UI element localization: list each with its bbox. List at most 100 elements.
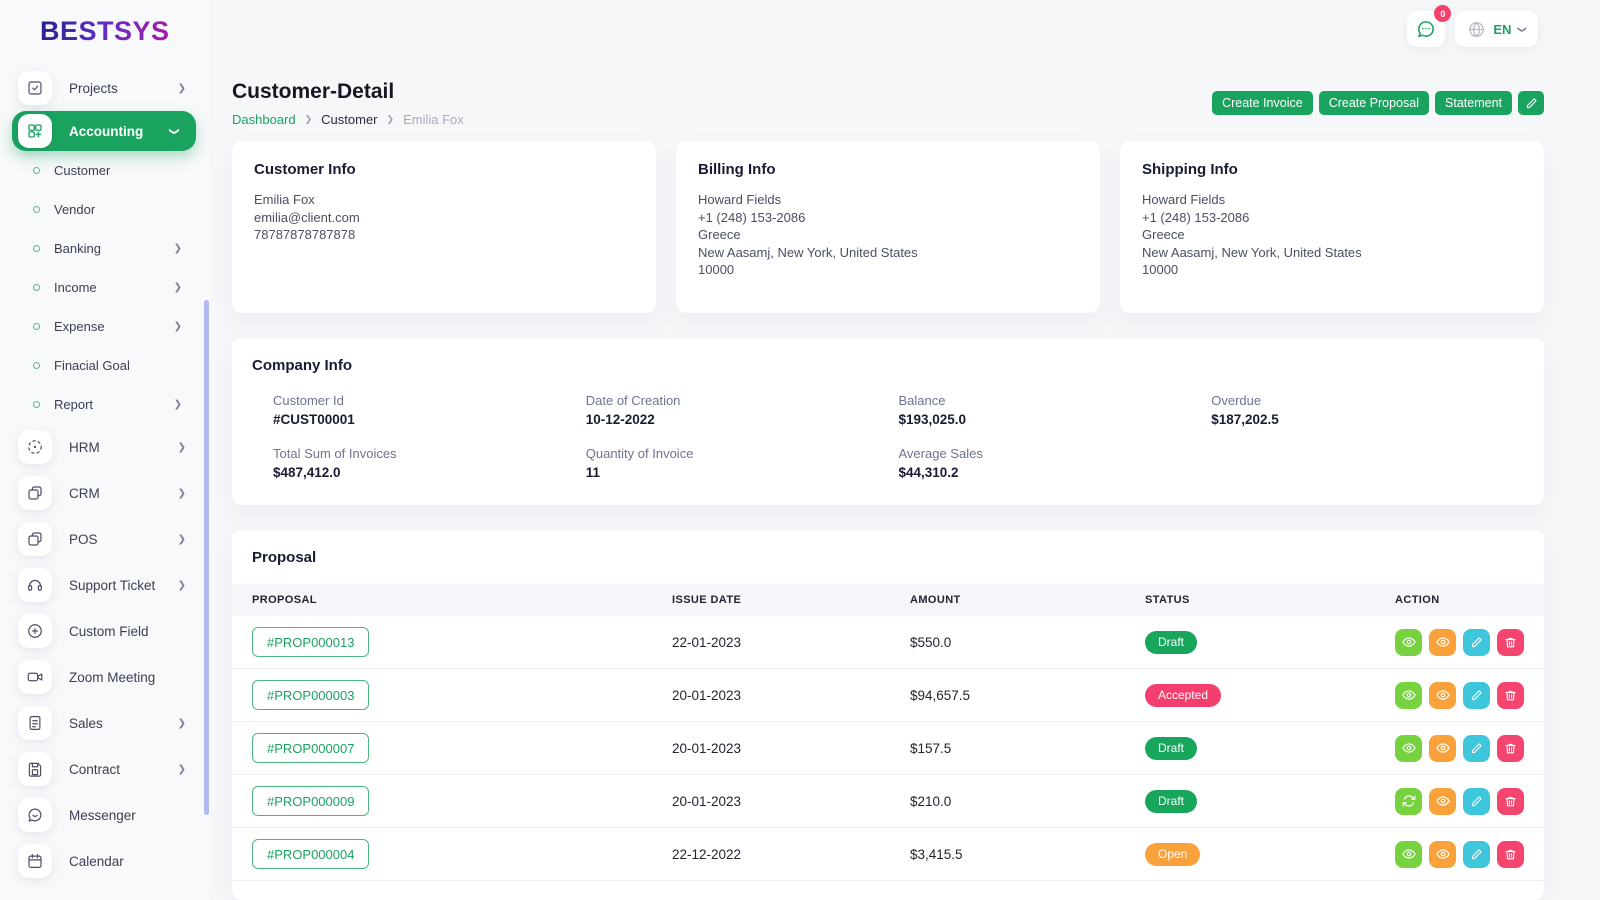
sidebar-subitem-finacial-goal[interactable]: Finacial Goal [0, 346, 210, 385]
sidebar-item-calendar[interactable]: Calendar [0, 838, 210, 884]
chevron-right-icon: ❯ [174, 321, 182, 332]
delete-button[interactable] [1497, 629, 1524, 656]
proposal-link[interactable]: #PROP000003 [252, 680, 369, 710]
billing-name: Howard Fields [698, 191, 1078, 209]
sidebar-subitem-vendor[interactable]: Vendor [0, 190, 210, 229]
sidebar-subitem-banking[interactable]: Banking ❯ [0, 229, 210, 268]
view-icon [1402, 688, 1416, 702]
sidebar-item-messenger[interactable]: Messenger [0, 792, 210, 838]
overlap-squares-icon [18, 522, 52, 556]
edit-icon [1470, 795, 1483, 808]
bullet-icon [33, 284, 40, 291]
amount-cell: $550.0 [910, 635, 1145, 650]
proposal-link[interactable]: #PROP000009 [252, 786, 369, 816]
preview-button[interactable] [1429, 735, 1456, 762]
convert-icon [1402, 794, 1416, 808]
sidebar-item-label: Support Ticket [69, 578, 155, 593]
delete-button[interactable] [1497, 682, 1524, 709]
edit-button[interactable] [1463, 788, 1490, 815]
sidebar-item-contract[interactable]: Contract ❯ [0, 746, 210, 792]
video-camera-icon [18, 660, 52, 694]
edit-icon [1525, 97, 1538, 110]
sidebar: BESTSYS Projects ❯ Accounting ❯ Customer… [0, 0, 210, 900]
company-field: Overdue $187,202.5 [1211, 393, 1524, 427]
bullet-icon [33, 206, 40, 213]
chevron-down-icon: ❯ [168, 127, 179, 135]
view-button[interactable] [1395, 735, 1422, 762]
card-title: Company Info [252, 357, 1524, 374]
widgets-icon [18, 114, 52, 148]
column-header: PROPOSAL [252, 594, 672, 606]
preview-icon [1436, 741, 1450, 755]
preview-icon [1436, 635, 1450, 649]
delete-button[interactable] [1497, 735, 1524, 762]
convert-button[interactable] [1395, 788, 1422, 815]
sidebar-item-crm[interactable]: CRM ❯ [0, 470, 210, 516]
sidebar-subitem-expense[interactable]: Expense ❯ [0, 307, 210, 346]
sidebar-item-hrm[interactable]: HRM ❯ [0, 424, 210, 470]
view-button[interactable] [1395, 629, 1422, 656]
amount-cell: $210.0 [910, 794, 1145, 809]
delete-button[interactable] [1497, 788, 1524, 815]
statement-button[interactable]: Statement [1435, 91, 1512, 115]
language-label: EN [1493, 22, 1511, 37]
edit-button[interactable] [1463, 841, 1490, 868]
edit-icon [1470, 848, 1483, 861]
topbar: 0 EN ❯ [1407, 11, 1538, 47]
delete-button[interactable] [1497, 841, 1524, 868]
sidebar-item-custom-field[interactable]: Custom Field [0, 608, 210, 654]
sidebar-subitem-customer[interactable]: Customer [0, 151, 210, 190]
sidebar-scrollbar-thumb[interactable] [204, 300, 209, 815]
brand-logo[interactable]: BESTSYS [40, 16, 170, 47]
chevron-right-icon: ❯ [178, 580, 186, 591]
table-row: #PROP000003 20-01-2023 $94,657.5 Accepte… [232, 669, 1544, 722]
sidebar-subitem-income[interactable]: Income ❯ [0, 268, 210, 307]
proposal-link[interactable]: #PROP000007 [252, 733, 369, 763]
chevron-right-icon: ❯ [178, 534, 186, 545]
preview-button[interactable] [1429, 788, 1456, 815]
amount-cell: $3,415.5 [910, 847, 1145, 862]
table-row: #PROP000004 22-12-2022 $3,415.5 Open [232, 828, 1544, 881]
sidebar-subitem-label: Finacial Goal [54, 358, 130, 373]
breadcrumb-current: Emilia Fox [403, 112, 464, 127]
sidebar-item-zoom-meeting[interactable]: Zoom Meeting [0, 654, 210, 700]
sidebar-item-projects[interactable]: Projects ❯ [0, 65, 210, 111]
company-field: Quantity of Invoice 11 [586, 446, 899, 480]
breadcrumb-dashboard[interactable]: Dashboard [232, 112, 296, 127]
sidebar-item-pos[interactable]: POS ❯ [0, 516, 210, 562]
edit-button[interactable] [1463, 735, 1490, 762]
edit-button[interactable] [1463, 682, 1490, 709]
plus-circle-icon [18, 614, 52, 648]
view-button[interactable] [1395, 841, 1422, 868]
view-button[interactable] [1395, 682, 1422, 709]
card-title: Billing Info [698, 161, 1078, 178]
bullet-icon [33, 245, 40, 252]
proposal-link[interactable]: #PROP000004 [252, 839, 369, 869]
create-invoice-button[interactable]: Create Invoice [1212, 91, 1313, 115]
edit-customer-button[interactable] [1518, 91, 1544, 115]
create-proposal-button[interactable]: Create Proposal [1319, 91, 1429, 115]
chat-button[interactable]: 0 [1407, 11, 1445, 47]
issue-date-cell: 22-01-2023 [672, 635, 910, 650]
proposal-link[interactable]: #PROP000013 [252, 627, 369, 657]
preview-button[interactable] [1429, 841, 1456, 868]
billing-country: Greece [698, 226, 1078, 244]
customer-info-card: Customer Info Emilia Fox emilia@client.c… [232, 141, 656, 313]
customer-email: emilia@client.com [254, 209, 634, 227]
sidebar-menu: Projects ❯ Accounting ❯ Customer Vendor … [0, 65, 210, 884]
preview-button[interactable] [1429, 682, 1456, 709]
delete-icon [1504, 689, 1517, 702]
sidebar-subitem-label: Customer [54, 163, 110, 178]
customer-name: Emilia Fox [254, 191, 634, 209]
proposal-title: Proposal [232, 549, 1544, 566]
sidebar-item-support-ticket[interactable]: Support Ticket ❯ [0, 562, 210, 608]
sidebar-item-sales[interactable]: Sales ❯ [0, 700, 210, 746]
breadcrumb-customer[interactable]: Customer [321, 112, 377, 127]
edit-button[interactable] [1463, 629, 1490, 656]
language-selector[interactable]: EN ❯ [1455, 11, 1538, 47]
edit-icon [1470, 689, 1483, 702]
preview-button[interactable] [1429, 629, 1456, 656]
delete-icon [1504, 848, 1517, 861]
sidebar-item-accounting[interactable]: Accounting ❯ [12, 111, 196, 151]
sidebar-subitem-report[interactable]: Report ❯ [0, 385, 210, 424]
